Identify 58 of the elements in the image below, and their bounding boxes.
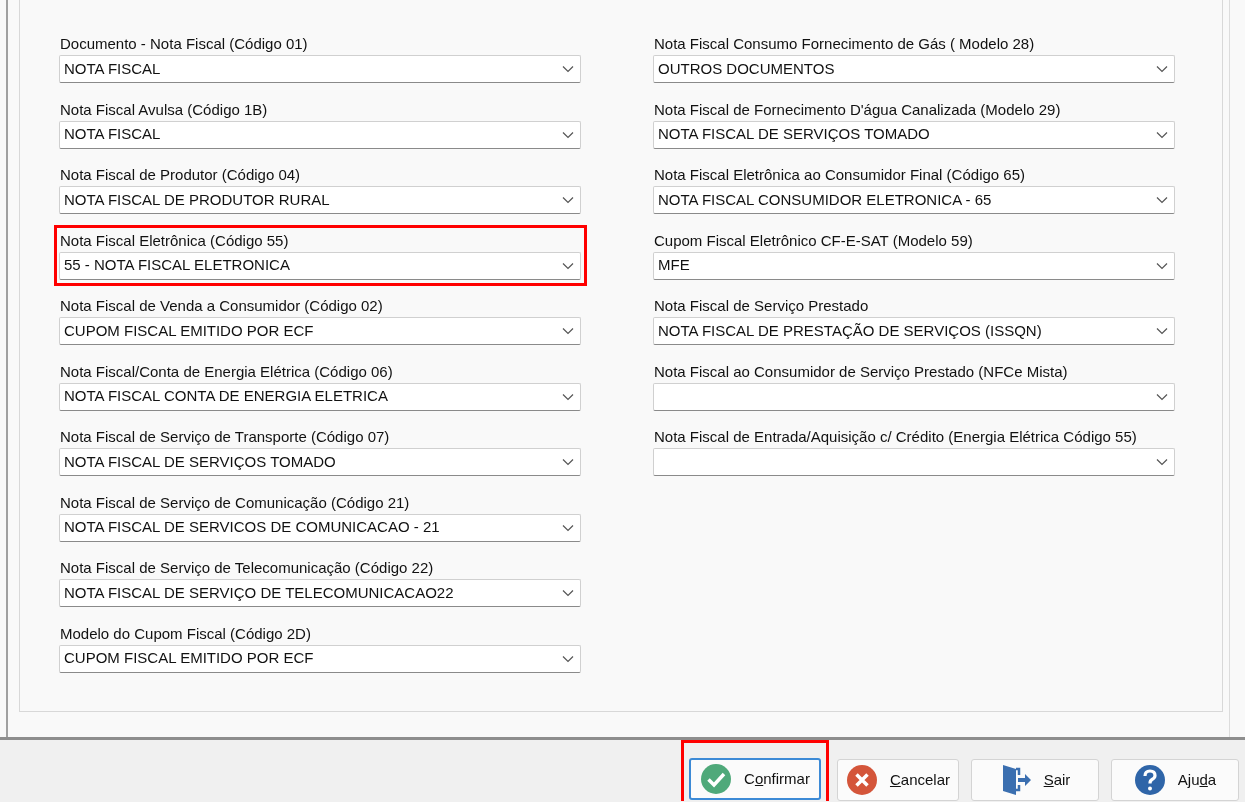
field-label: Nota Fiscal de Venda a Consumidor (Código 02) — [59, 296, 384, 316]
help-button[interactable]: Ajuda — [1111, 759, 1239, 801]
help-icon — [1133, 764, 1166, 796]
dropdown-field[interactable] — [653, 382, 1175, 411]
dropdown-field[interactable]: MFE — [653, 251, 1175, 280]
dropdown-field[interactable]: OUTROS DOCUMENTOS — [653, 55, 1175, 83]
dropdown-field[interactable]: NOTA FISCAL — [59, 120, 581, 149]
dropdown-field[interactable]: NOTA FISCAL — [59, 55, 581, 83]
chevron-down-icon — [562, 196, 574, 204]
field-label: Modelo do Cupom Fiscal (Código 2D) — [59, 623, 312, 644]
dropdown-field[interactable]: NOTA FISCAL DE SERVIÇO DE TELECOMUNICACAO22 — [59, 579, 581, 607]
field-label: Nota Fiscal de Serviço Prestado — [653, 296, 870, 316]
field-label: Nota Fiscal de Entrada/Aquisição c/ Crédito (Energia Elétrica Código 55) — [653, 427, 1138, 447]
dropdown-field[interactable] — [653, 448, 1175, 476]
dropdown-field[interactable]: NOTA FISCAL CONSUMIDOR ELETRONICA - 65 — [653, 186, 1175, 214]
dropdown-field[interactable]: CUPOM FISCAL EMITIDO POR ECF — [59, 317, 581, 345]
field-label: Nota Fiscal Eletrônica ao Consumidor Final (Código 65) — [653, 165, 1026, 185]
chevron-down-icon — [562, 130, 574, 139]
chevron-down-icon — [1156, 261, 1168, 270]
chevron-down-icon — [562, 392, 574, 401]
chevron-down-icon — [562, 589, 574, 597]
chevron-down-icon — [562, 327, 574, 335]
field-label: Nota Fiscal Consumo Fornecimento de Gás ( Modelo 28) — [653, 34, 1036, 54]
field-label: Nota Fiscal de Serviço de Comunicação (Código 21) — [59, 492, 411, 513]
chevron-down-icon — [562, 654, 574, 663]
chevron-down-icon — [1156, 392, 1168, 401]
check-icon — [700, 763, 733, 795]
field-label: Nota Fiscal de Serviço de Transporte (Código 07) — [59, 427, 391, 447]
dropdown-field[interactable]: NOTA FISCAL DE PRODUTOR RURAL — [59, 186, 581, 214]
field-label: Nota Fiscal de Serviço de Telecomunicação (Código 22) — [59, 558, 435, 578]
field-label: Documento - Nota Fiscal (Código 01) — [59, 34, 309, 54]
exit-button[interactable]: Sair — [971, 759, 1099, 801]
chevron-down-icon — [1156, 130, 1168, 139]
chevron-down-icon — [562, 261, 574, 270]
cancel-button[interactable]: Cancelar — [837, 759, 959, 801]
dropdown-field[interactable]: CUPOM FISCAL EMITIDO POR ECF — [59, 644, 581, 673]
chevron-down-icon — [1156, 65, 1168, 73]
confirm-button[interactable]: Confirmar — [689, 758, 821, 800]
dropdown-field[interactable]: NOTA FISCAL CONTA DE ENERGIA ELETRICA — [59, 382, 581, 411]
field-label: Nota Fiscal/Conta de Energia Elétrica (Código 06) — [59, 361, 394, 382]
chevron-down-icon — [562, 523, 574, 532]
close-icon — [845, 764, 878, 796]
field-label: Nota Fiscal Eletrônica (Código 55) — [59, 230, 290, 251]
chevron-down-icon — [1156, 458, 1168, 466]
field-label: Nota Fiscal ao Consumidor de Serviço Prestado (NFCe Mista) — [653, 361, 1069, 382]
chevron-down-icon — [562, 65, 574, 73]
field-label: Nota Fiscal de Produtor (Código 04) — [59, 165, 302, 185]
chevron-down-icon — [1156, 327, 1168, 335]
field-label: Nota Fiscal Avulsa (Código 1B) — [59, 99, 269, 120]
dropdown-field[interactable]: NOTA FISCAL DE SERVIÇOS TOMADO — [59, 448, 581, 476]
chevron-down-icon — [1156, 196, 1168, 204]
field-label: Nota Fiscal de Fornecimento D'água Canalizada (Modelo 29) — [653, 99, 1062, 120]
dropdown-field[interactable]: NOTA FISCAL DE SERVIÇOS TOMADO — [653, 120, 1175, 149]
field-label: Cupom Fiscal Eletrônico CF-E-SAT (Modelo 59) — [653, 230, 974, 251]
dropdown-field[interactable]: NOTA FISCAL DE PRESTAÇÃO DE SERVIÇOS (ISSQN) — [653, 317, 1175, 345]
chevron-down-icon — [562, 458, 574, 466]
dropdown-field[interactable]: NOTA FISCAL DE SERVICOS DE COMUNICACAO - 21 — [59, 513, 581, 542]
dropdown-field[interactable]: 55 - NOTA FISCAL ELETRONICA — [59, 251, 581, 280]
